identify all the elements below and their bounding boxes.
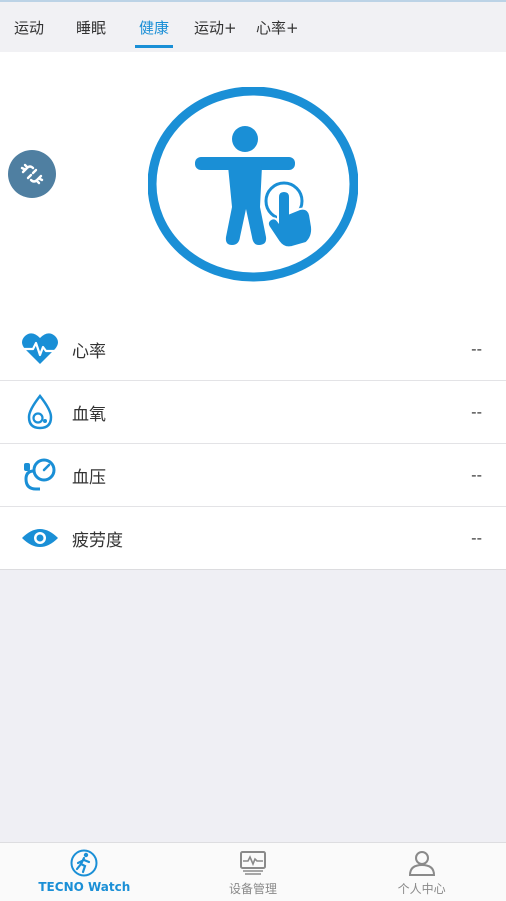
tab-heart-rate-plus[interactable]: 心率+ bbox=[256, 17, 299, 38]
tab-health[interactable]: 健康 bbox=[134, 17, 174, 48]
tab-sport-plus[interactable]: 运动+ bbox=[194, 17, 237, 38]
metric-value: -- bbox=[471, 403, 482, 421]
metric-row-blood-pressure[interactable]: 血压 -- bbox=[0, 444, 506, 507]
device-monitor-icon bbox=[240, 851, 266, 875]
blood-drop-icon bbox=[20, 392, 60, 432]
nav-label: TECNO Watch bbox=[38, 880, 131, 894]
body-touch-icon[interactable] bbox=[148, 87, 358, 287]
top-tab-bar: 运动 睡眠 健康 运动+ 心率+ bbox=[0, 2, 506, 52]
metric-value: -- bbox=[471, 340, 482, 358]
metric-value: -- bbox=[471, 466, 482, 484]
tab-sleep[interactable]: 睡眠 bbox=[76, 17, 106, 38]
metric-label: 心率 bbox=[72, 341, 106, 362]
bottom-nav: TECNO Watch 设备管理 个人中心 bbox=[0, 842, 506, 901]
metric-value: -- bbox=[471, 529, 482, 547]
health-metrics-list: 心率 -- 血氧 -- 血压 -- 疲劳度 -- bbox=[0, 318, 506, 570]
metric-label: 疲劳度 bbox=[72, 530, 123, 551]
tab-sport[interactable]: 运动 bbox=[14, 17, 44, 38]
unlink-button[interactable] bbox=[8, 150, 56, 198]
nav-tecno-watch[interactable]: TECNO Watch bbox=[0, 843, 169, 901]
health-hero bbox=[0, 52, 506, 318]
nav-device-management[interactable]: 设备管理 bbox=[169, 843, 338, 901]
eye-icon bbox=[20, 518, 60, 558]
nav-label: 设备管理 bbox=[229, 882, 278, 896]
unlink-icon bbox=[20, 163, 44, 185]
heart-pulse-icon bbox=[20, 329, 60, 369]
runner-icon bbox=[70, 849, 98, 877]
person-icon bbox=[408, 851, 435, 876]
metric-row-fatigue[interactable]: 疲劳度 -- bbox=[0, 507, 506, 570]
metric-row-blood-oxygen[interactable]: 血氧 -- bbox=[0, 381, 506, 444]
nav-label: 个人中心 bbox=[397, 882, 446, 896]
nav-personal-center[interactable]: 个人中心 bbox=[337, 843, 506, 901]
blood-pressure-icon bbox=[20, 455, 60, 495]
metric-label: 血氧 bbox=[72, 404, 106, 425]
metric-label: 血压 bbox=[72, 467, 106, 488]
metric-row-heart-rate[interactable]: 心率 -- bbox=[0, 318, 506, 381]
